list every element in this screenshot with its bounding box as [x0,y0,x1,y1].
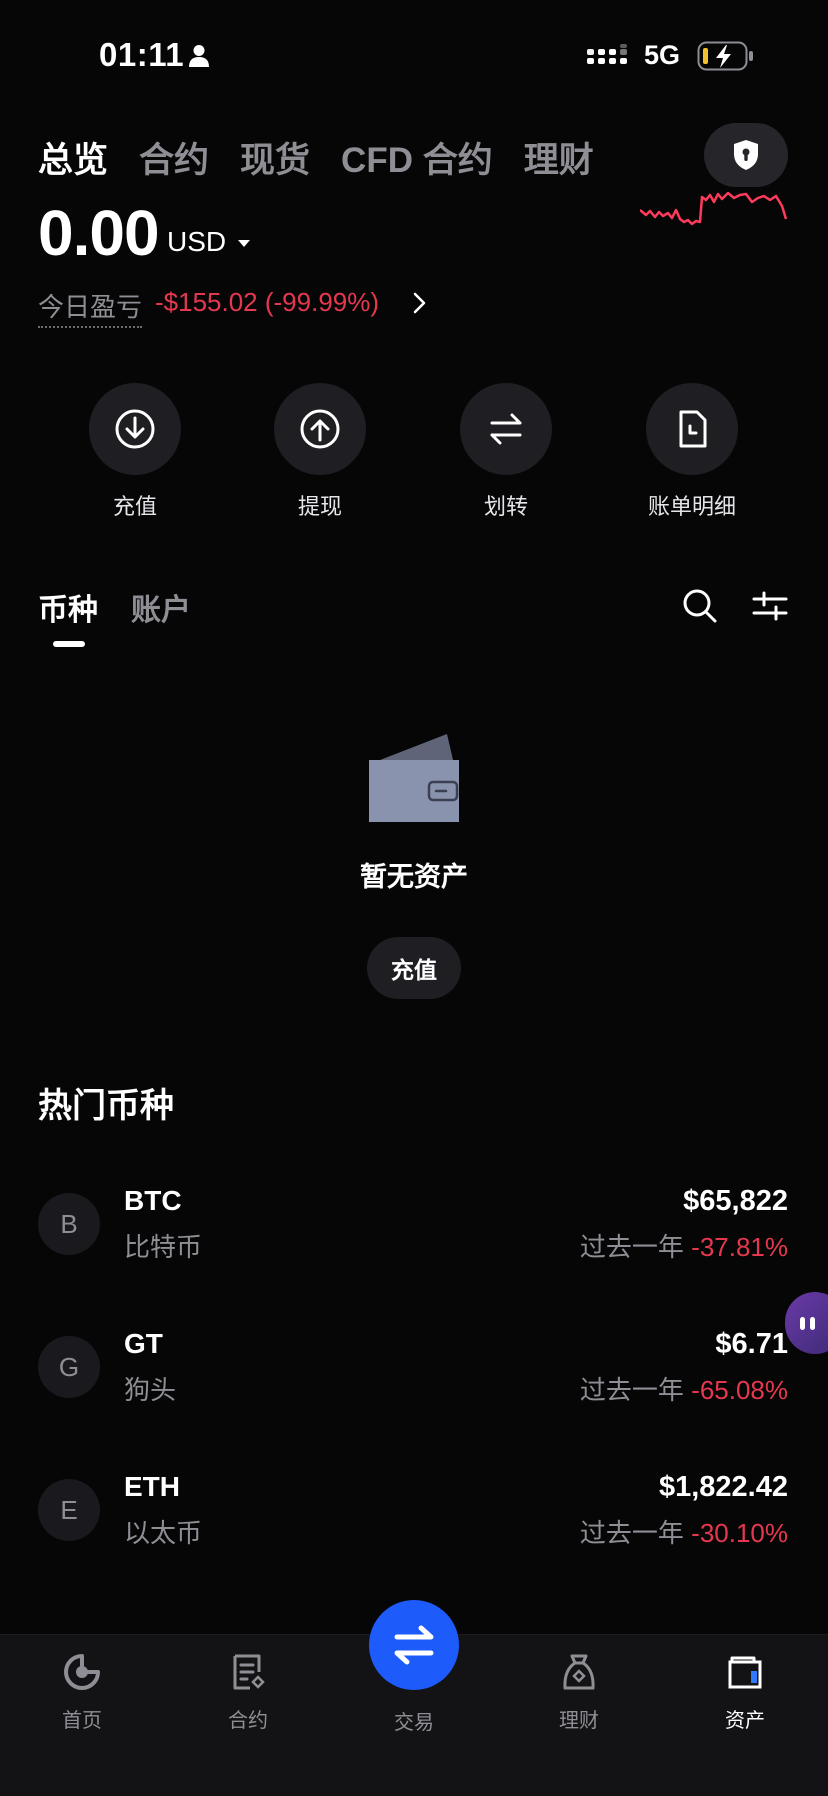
coin-name: 以太币 [124,1518,203,1548]
coin-change: 过去一年 -30.10% [580,1513,788,1550]
nav-home-label: 首页 [62,1710,102,1732]
pnl-value[interactable]: -$155.02 (-99.99%) [155,287,379,318]
change-value: -37.81% [691,1232,788,1262]
pnl-sparkline [640,192,788,226]
nav-assets[interactable]: 资产 [675,1652,815,1733]
nav-trade-label: 交易 [394,1712,434,1734]
coin-change: 过去一年 -37.81% [580,1227,788,1264]
tab-futures[interactable]: 合约 [139,132,209,183]
tab-overview[interactable]: 总览 [38,132,108,183]
coin-row-eth[interactable]: E ETH 以太币 $1,822.42 过去一年 -30.10% [0,1461,828,1561]
deposit-action[interactable]: 充值 [55,383,215,521]
filter-icon[interactable] [750,586,790,626]
tab-spot[interactable]: 现货 [240,132,310,183]
change-value: -30.10% [691,1518,788,1548]
nav-home[interactable]: 首页 [12,1652,152,1733]
tab-account[interactable]: 账户 [131,585,191,629]
shield-icon [734,140,758,170]
trade-button[interactable] [369,1600,459,1690]
coin-price: $6.71 [715,1328,788,1360]
status-time: 01:11 [99,36,185,73]
change-period: 过去一年 [579,1232,684,1262]
coin-avatar: G [38,1336,100,1398]
bill-action[interactable]: 账单明细 [612,383,772,521]
transfer-icon [490,413,522,445]
search-icon[interactable] [680,586,720,626]
coin-name: 比特币 [124,1232,203,1262]
bill-icon [679,410,707,448]
chevron-right-icon[interactable] [408,291,430,315]
tab-cfd[interactable]: CFD 合约 [341,132,493,183]
hot-coins-title: 热门币种 [38,1087,174,1125]
swap-icon [394,1625,434,1665]
tab-currency[interactable]: 币种 [38,585,98,629]
transfer-action[interactable]: 划转 [426,383,586,521]
coin-row-btc[interactable]: B BTC 比特币 $65,822 过去一年 -37.81% [0,1175,828,1275]
coin-symbol: ETH [124,1471,180,1502]
bill-label: 账单明细 [647,494,736,519]
signal-icon [587,44,627,64]
wallet-nav-icon [728,1656,762,1689]
coin-change: 过去一年 -65.08% [580,1370,788,1407]
document-icon [233,1654,265,1690]
coin-price: $65,822 [683,1185,788,1217]
upload-icon [300,409,340,449]
download-icon [115,409,155,449]
withdraw-action[interactable]: 提现 [240,383,400,521]
empty-state-text: 暂无资产 [360,862,468,892]
home-icon [64,1654,100,1690]
security-button[interactable] [704,123,788,187]
person-icon [189,45,209,67]
tab-earn[interactable]: 理财 [524,132,594,183]
change-period: 过去一年 [579,1375,684,1405]
coin-row-gt[interactable]: G GT 狗头 $6.71 过去一年 -65.08% [0,1318,828,1418]
currency-selector[interactable]: USD [167,226,226,258]
coin-avatar: B [38,1193,100,1255]
coin-price: $1,822.42 [658,1471,788,1503]
change-value: -65.08% [691,1375,788,1405]
withdraw-label: 提现 [297,494,342,519]
battery-icon [697,41,753,71]
wallet-icon [369,734,459,822]
network-type: 5G [644,40,681,70]
nav-futures[interactable]: 合约 [178,1652,318,1733]
transfer-label: 划转 [483,494,528,519]
nav-assets-label: 资产 [725,1710,765,1732]
deposit-label: 充值 [112,494,157,519]
nav-earn[interactable]: 理财 [509,1652,649,1733]
caret-down-icon[interactable] [238,240,250,247]
money-bag-icon [563,1654,595,1690]
pnl-label[interactable]: 今日盈亏 [38,287,143,328]
total-balance: 0.00 [38,197,160,269]
coin-symbol: BTC [124,1185,182,1216]
top-tab-bar: 总览 合约 现货 CFD 合约 理财 [38,132,594,183]
nav-earn-label: 理财 [559,1710,599,1732]
nav-futures-label: 合约 [228,1710,268,1732]
active-tab-indicator [53,641,85,647]
change-period: 过去一年 [579,1518,684,1548]
deposit-button[interactable]: 充值 [367,937,461,999]
coin-name: 狗头 [124,1375,177,1405]
coin-avatar: E [38,1479,100,1541]
coin-symbol: GT [124,1328,163,1359]
